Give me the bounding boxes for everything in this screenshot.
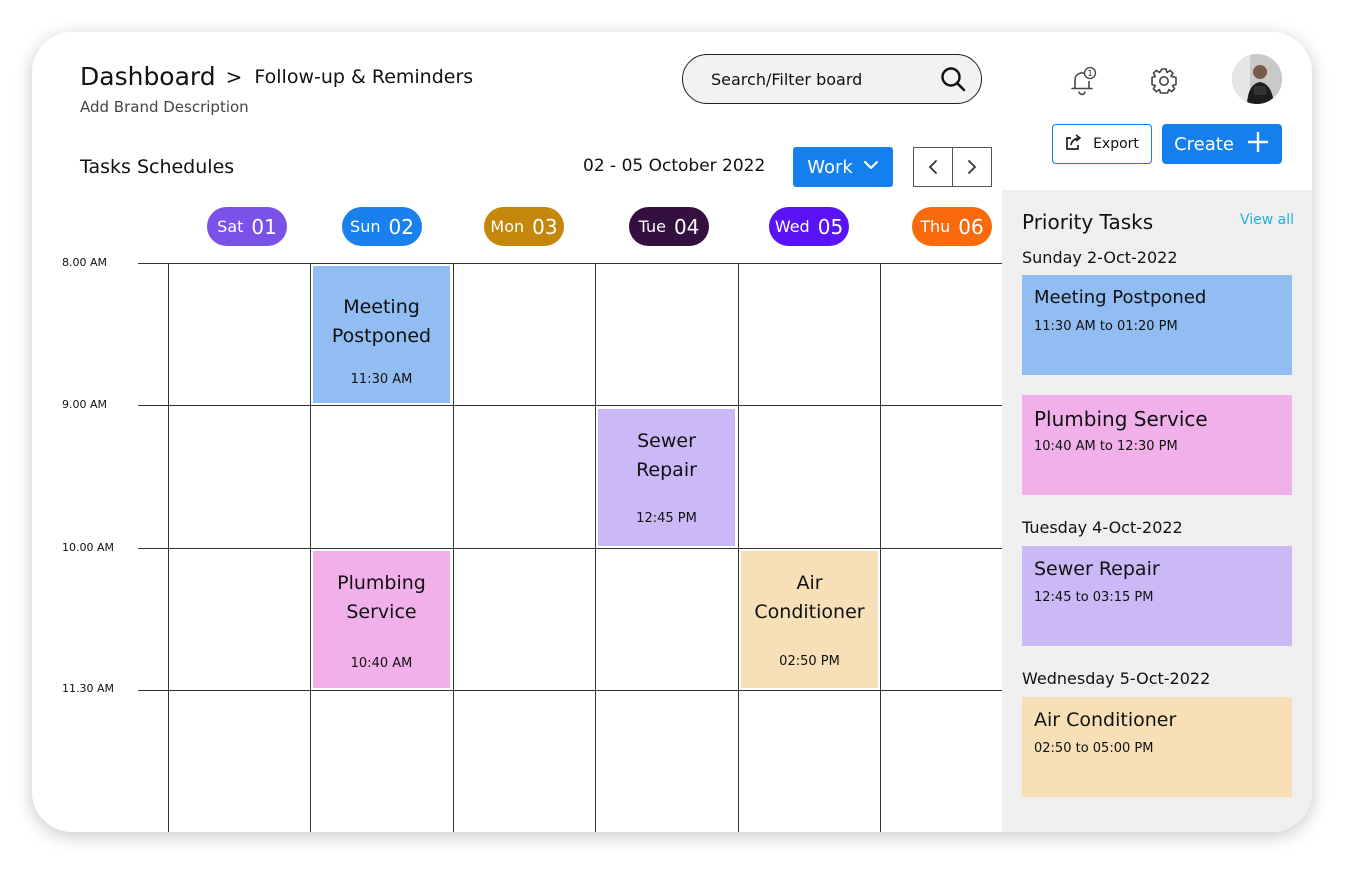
grid-col-line [595, 263, 596, 832]
grid-col-line [880, 263, 881, 832]
priority-group-date: Sunday 2-Oct-2022 [1022, 248, 1178, 267]
priority-task-time: 11:30 AM to 01:20 PM [1034, 319, 1178, 334]
priority-task-time: 10:40 AM to 12:30 PM [1034, 439, 1178, 454]
time-label: 9.00 AM [62, 398, 108, 411]
event-time: 12:45 PM [636, 511, 697, 526]
time-label: 11.30 AM [62, 682, 115, 695]
priority-task-title: Plumbing Service [1034, 407, 1208, 431]
gear-icon[interactable] [1148, 65, 1180, 97]
create-button[interactable]: Create [1162, 124, 1282, 164]
view-all-link[interactable]: View all [1240, 212, 1294, 228]
priority-task-title: Sewer Repair [1034, 558, 1160, 580]
priority-task-time: 12:45 to 03:15 PM [1034, 590, 1154, 605]
grid-col-line [310, 263, 311, 832]
grid-col-line [738, 263, 739, 832]
priority-task-title: Meeting Postponed [1034, 287, 1207, 308]
event-time: 10:40 AM [350, 656, 413, 671]
time-label: 10.00 AM [62, 541, 115, 554]
grid-col-line [453, 263, 454, 832]
priority-group-date: Tuesday 4-Oct-2022 [1022, 518, 1183, 537]
export-button[interactable]: Export [1052, 124, 1152, 164]
event-title: Sewer Repair [636, 430, 697, 481]
priority-panel: Priority Tasks View all Sunday 2-Oct-202… [1002, 190, 1312, 832]
priority-task-plumbing-service[interactable]: Plumbing Service 10:40 AM to 12:30 PM [1022, 395, 1292, 495]
dashboard-card: Dashboard > Follow-up & Reminders Add Br… [32, 32, 1312, 832]
grid-row-line [138, 405, 1002, 406]
calendar-grid: 8.00 AM 9.00 AM 10.00 AM 11.30 AM Meetin… [32, 32, 1002, 832]
priority-task-sewer-repair[interactable]: Sewer Repair 12:45 to 03:15 PM [1022, 546, 1292, 646]
grid-row-line [138, 548, 1002, 549]
bell-icon[interactable]: 1 [1066, 65, 1098, 97]
event-time: 02:50 PM [779, 654, 840, 669]
event-air-conditioner[interactable]: Air Conditioner 02:50 PM [741, 551, 878, 688]
event-title: Air Conditioner [754, 572, 865, 623]
time-label: 8.00 AM [62, 256, 108, 269]
priority-title: Priority Tasks [1022, 210, 1154, 234]
plus-icon [1246, 130, 1270, 159]
grid-col-line [168, 263, 169, 832]
grid-row-line [138, 263, 1002, 264]
event-title: Meeting Postponed [331, 296, 432, 347]
event-title: Plumbing Service [337, 572, 426, 623]
create-label: Create [1174, 133, 1234, 155]
priority-group-date: Wednesday 5-Oct-2022 [1022, 669, 1211, 688]
priority-task-air-conditioner[interactable]: Air Conditioner 02:50 to 05:00 PM [1022, 697, 1292, 797]
export-label: Export [1093, 136, 1139, 152]
share-icon [1065, 133, 1083, 155]
avatar[interactable] [1232, 54, 1282, 104]
priority-task-meeting-postponed[interactable]: Meeting Postponed 11:30 AM to 01:20 PM [1022, 275, 1292, 375]
event-plumbing-service[interactable]: Plumbing Service 10:40 AM [313, 551, 450, 688]
event-meeting-postponed[interactable]: Meeting Postponed 11:30 AM [313, 266, 450, 403]
priority-task-title: Air Conditioner [1034, 709, 1177, 731]
event-time: 11:30 AM [350, 372, 413, 387]
event-sewer-repair[interactable]: Sewer Repair 12:45 PM [598, 409, 735, 546]
grid-row-line [138, 690, 1002, 691]
priority-task-time: 02:50 to 05:00 PM [1034, 741, 1154, 756]
notification-count: 1 [1087, 69, 1092, 78]
